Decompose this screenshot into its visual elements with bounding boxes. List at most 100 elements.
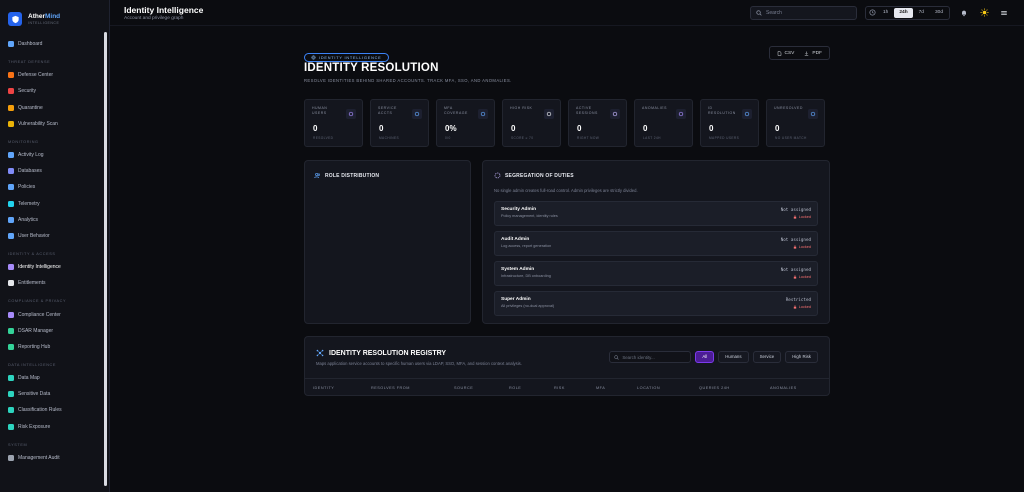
filter-all-button[interactable]: All — [695, 351, 715, 363]
dashboard-icon — [8, 41, 14, 48]
sidebar-item-reporting-hub[interactable]: Reporting Hub — [0, 339, 109, 355]
brand-sub: INTELLIGENCE — [28, 20, 60, 25]
stat-card-unresolved: UNRESOLVED 0 NO USER MATCH — [766, 99, 825, 147]
registry-table-header: IDENTITY RESOLVES FROM SOURCE ROLE RISK MFA LO… — [304, 378, 830, 396]
sod-row-security-admin: Security Admin Policy management, identit… — [494, 201, 818, 226]
stat-value: 0% — [445, 124, 457, 133]
stat-icon — [346, 109, 356, 119]
sidebar-item-defense-center[interactable]: Defense Center — [0, 67, 109, 83]
export-pdf-button[interactable]: PDF — [799, 48, 827, 58]
column-header-resolves-from[interactable]: RESOLVES FROM — [371, 386, 410, 390]
management-audit-icon — [8, 454, 14, 461]
column-header-identity[interactable]: IDENTITY — [313, 386, 334, 390]
sod-lock-status: Locked — [793, 305, 811, 309]
search-icon — [756, 9, 762, 16]
column-header-role[interactable]: ROLE — [509, 386, 521, 390]
time-range-1h[interactable]: 1h — [878, 8, 893, 18]
sidebar: AtherMind INTELLIGENCE Dashboard Threat D… — [0, 0, 110, 492]
column-header-location[interactable]: LOCATION — [637, 386, 660, 390]
sidebar-item-compliance-center[interactable]: Compliance Center — [0, 306, 109, 322]
sidebar-item-identity-intelligence[interactable]: Identity Intelligence — [0, 259, 109, 275]
sidebar-item-activity-log[interactable]: Activity Log — [0, 147, 109, 163]
time-range-group: 1h 24h 7d 30d — [865, 5, 950, 20]
time-range-7d[interactable]: 7d — [914, 8, 929, 18]
column-header-mfa[interactable]: MFA — [596, 386, 605, 390]
brand[interactable]: AtherMind INTELLIGENCE — [0, 0, 109, 30]
sidebar-item-dashboard[interactable]: Dashboard — [0, 36, 109, 52]
user-behavior-icon — [8, 232, 14, 239]
stat-value: 0 — [577, 124, 582, 133]
lock-icon — [793, 215, 796, 219]
lock-icon — [793, 245, 796, 249]
bell-icon[interactable] — [958, 7, 970, 19]
filter-service-button[interactable]: Service — [752, 351, 782, 363]
analytics-icon — [8, 216, 14, 223]
sidebar-item-quarantine[interactable]: Quarantine — [0, 100, 109, 116]
sidebar-item-vulnerability-scan[interactable]: Vulnerability Scan — [0, 116, 109, 132]
lock-icon — [793, 275, 796, 279]
telemetry-icon — [8, 200, 14, 207]
registry-controls: Search identity... All Humans Service High … — [609, 351, 818, 363]
sidebar-section-data-intelligence: Data Intelligence — [8, 363, 57, 367]
sod-title: SEGREGATION OF DUTIES — [505, 172, 574, 179]
section-badge: IDENTITY INTELLIGENCE — [304, 53, 389, 62]
sidebar-item-label: Classification Rules — [18, 407, 62, 414]
column-header-source[interactable]: SOURCE — [454, 386, 473, 390]
menu-icon[interactable] — [998, 7, 1010, 19]
search-input[interactable]: Search — [750, 5, 858, 20]
stat-card-mfa-coverage: MFA COVERAGE 0% 0/0 — [436, 99, 495, 147]
sod-role-status: Restricted — [785, 297, 811, 302]
stat-label: MFA COVERAGE — [444, 106, 468, 115]
stat-value: 0 — [379, 124, 384, 133]
sod-role-name: System Admin — [501, 267, 535, 272]
sidebar-section-monitoring: Monitoring — [8, 139, 39, 144]
filter-humans-button[interactable]: Humans — [718, 351, 749, 363]
split-circle-icon — [494, 172, 501, 179]
sidebar-section-system: System — [8, 442, 28, 447]
sidebar-item-label: Data Map — [18, 375, 40, 382]
risk-exposure-icon — [8, 423, 14, 430]
registry-search-input[interactable]: Search identity... — [609, 351, 692, 363]
sidebar-item-databases[interactable]: Databases — [0, 163, 109, 179]
search-placeholder: Search — [766, 9, 782, 16]
sidebar-scrollbar[interactable] — [104, 32, 107, 486]
export-csv-button[interactable]: CSV — [772, 48, 800, 58]
sidebar-item-risk-exposure[interactable]: Risk Exposure — [0, 419, 109, 435]
time-range-30d[interactable]: 30d — [930, 8, 948, 18]
stat-value: 0 — [709, 124, 714, 133]
sidebar-item-policies[interactable]: Policies — [0, 179, 109, 195]
stat-value: 0 — [643, 124, 648, 133]
sun-icon[interactable] — [978, 7, 990, 19]
sidebar-item-label: Activity Log — [18, 152, 44, 159]
sidebar-item-user-behavior[interactable]: User Behavior — [0, 228, 109, 244]
sidebar-item-entitlements[interactable]: Entitlements — [0, 275, 109, 291]
sidebar-scrollbar-thumb[interactable] — [104, 32, 107, 486]
stat-sub: SCORE ≥ 70 — [511, 136, 534, 140]
policies-icon — [8, 184, 14, 191]
sidebar-item-management-audit[interactable]: Management Audit — [0, 450, 109, 466]
column-header-anomalies[interactable]: ANOMALIES — [770, 386, 797, 390]
sidebar-item-label: Telemetry — [18, 200, 40, 207]
sidebar-item-label: Vulnerability Scan — [18, 120, 58, 127]
stat-icon — [742, 109, 752, 119]
filter-high-risk-button[interactable]: High Risk — [785, 351, 818, 363]
users-icon — [314, 172, 321, 179]
registry-search-placeholder: Search identity... — [622, 354, 655, 360]
stat-card-high-risk: HIGH RISK 0 SCORE ≥ 70 — [502, 99, 561, 147]
column-header-queries-24h[interactable]: QUERIES 24H — [699, 386, 730, 390]
stat-card-id-resolution: ID RESOLUTION 0 MAPPED USERS — [700, 99, 759, 147]
sidebar-item-analytics[interactable]: Analytics — [0, 212, 109, 228]
sidebar-item-dsar-manager[interactable]: DSAR Manager — [0, 323, 109, 339]
sidebar-item-telemetry[interactable]: Telemetry — [0, 196, 109, 212]
sidebar-item-label: Analytics — [18, 216, 39, 223]
sod-row-system-admin: System Admin Infrastructure, DB onboardin… — [494, 261, 818, 286]
sidebar-item-label: Security — [18, 88, 37, 95]
sidebar-item-security[interactable]: Security — [0, 83, 109, 99]
time-range-24h[interactable]: 24h — [894, 7, 913, 18]
sidebar-item-classification-rules[interactable]: Classification Rules — [0, 402, 109, 418]
stat-sub: MACHINES — [379, 136, 400, 140]
sidebar-item-sensitive-data[interactable]: Sensitive Data — [0, 386, 109, 402]
sidebar-item-label: Quarantine — [18, 104, 43, 111]
sidebar-item-data-map[interactable]: Data Map — [0, 370, 109, 386]
column-header-risk[interactable]: RISK — [554, 386, 565, 390]
